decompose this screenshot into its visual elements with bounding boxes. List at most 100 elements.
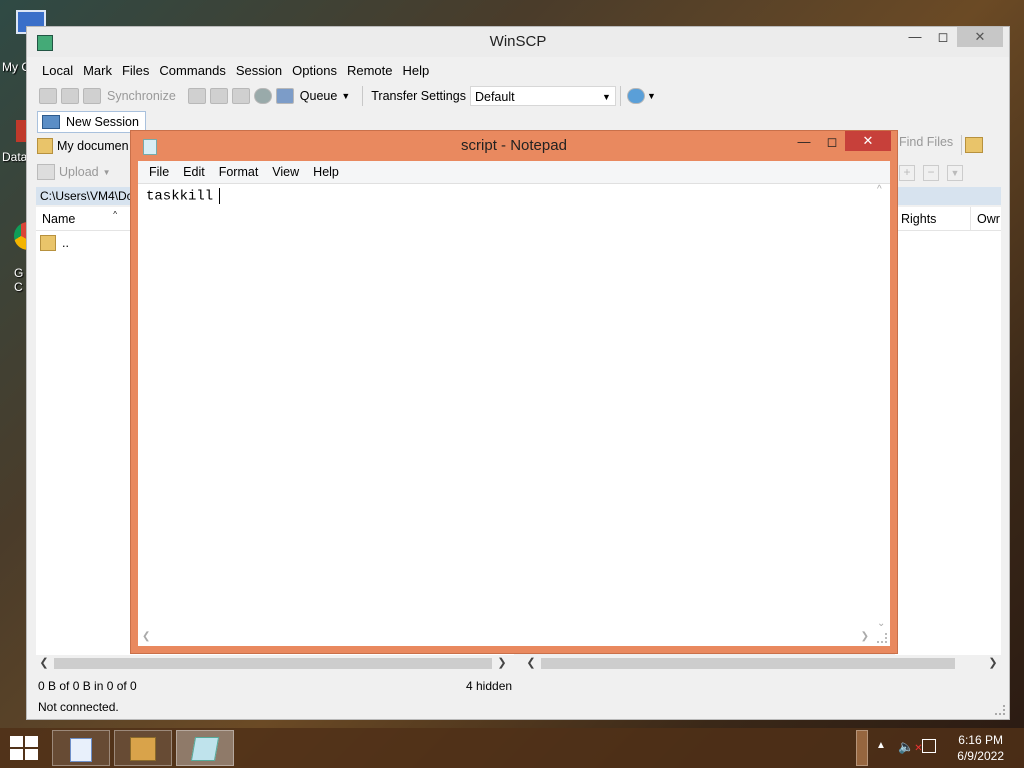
menu-mark[interactable]: Mark <box>78 61 117 81</box>
scroll-right-icon[interactable]: ❯ <box>494 655 510 671</box>
column-owner[interactable]: Owr <box>971 207 1001 231</box>
queue-button[interactable]: Queue <box>300 89 338 103</box>
local-location-bar[interactable]: My documen <box>37 135 137 157</box>
scroll-right-icon[interactable]: ❯ <box>985 655 1001 671</box>
list-item[interactable]: .. <box>40 235 69 251</box>
network-icon[interactable] <box>922 739 936 753</box>
system-clock[interactable]: 6:16 PM 6/9/2022 <box>957 732 1004 764</box>
new-session-icon <box>42 115 60 129</box>
new-item-icon[interactable]: + <box>899 165 915 181</box>
sort-asc-icon: ^ <box>113 210 117 219</box>
horizontal-scrollbar[interactable]: ❮ ❯ <box>138 629 873 646</box>
scroll-up-icon[interactable]: ^ <box>877 184 882 195</box>
remove-item-icon[interactable]: − <box>923 165 939 181</box>
chevron-down-icon: ▼ <box>102 167 111 177</box>
parent-folder-icon <box>40 235 56 251</box>
taskbar: ▲ 🔈✕ 6:16 PM 6/9/2022 <box>0 728 1024 768</box>
compare-dirs-icon[interactable] <box>39 88 57 104</box>
menu-edit[interactable]: Edit <box>176 165 212 179</box>
connection-status: Not connected. <box>38 700 119 714</box>
windows-logo-icon <box>10 736 38 760</box>
package-icon <box>130 737 156 761</box>
taskbar-package[interactable] <box>114 730 172 766</box>
menu-view[interactable]: View <box>265 165 306 179</box>
scroll-left-icon[interactable]: ❮ <box>523 655 539 671</box>
menu-local[interactable]: Local <box>37 61 78 81</box>
scroll-right-icon[interactable]: ❯ <box>861 631 869 642</box>
remote-horizontal-scrollbar[interactable]: ❮ ❯ <box>523 655 1001 671</box>
column-rights[interactable]: Rights <box>895 207 971 231</box>
taskbar-notepad[interactable] <box>176 730 234 766</box>
close-button[interactable]: ✕ <box>845 131 891 151</box>
vertical-scrollbar[interactable]: ^ ⌄ <box>873 184 890 629</box>
wordpad-icon <box>70 738 92 762</box>
clock-time: 6:16 PM <box>958 733 1003 747</box>
synchronize-button[interactable]: Synchronize <box>107 89 176 103</box>
console-icon[interactable] <box>187 88 206 104</box>
resize-grip-icon[interactable] <box>877 633 887 643</box>
hidden-count: 4 hidden <box>466 679 513 693</box>
scroll-left-icon[interactable]: ❮ <box>36 655 52 671</box>
local-path[interactable]: C:\Users\VM4\Dc <box>36 187 132 205</box>
column-name[interactable]: Name ^ <box>36 207 131 231</box>
show-desktop-grip[interactable] <box>856 730 868 766</box>
find-files-label: Find Files <box>899 135 954 149</box>
putty-icon[interactable] <box>209 88 228 104</box>
start-button[interactable] <box>10 736 38 760</box>
scroll-thumb[interactable] <box>541 658 955 669</box>
new-session-label: New Session <box>66 115 139 129</box>
notepad-client-area: File Edit Format View Help taskkill ^ ⌄ … <box>138 161 890 646</box>
filter-icon[interactable]: ▼ <box>947 165 963 181</box>
upload-button[interactable]: Upload ▼ <box>37 161 127 183</box>
find-files-button[interactable]: Find Files <box>899 135 953 149</box>
minimize-button[interactable]: — <box>791 133 817 151</box>
minimize-button[interactable]: — <box>901 27 929 47</box>
menu-session[interactable]: Session <box>231 61 287 81</box>
menu-options[interactable]: Options <box>287 61 342 81</box>
volume-muted-icon[interactable]: 🔈✕ <box>898 739 923 755</box>
menu-commands[interactable]: Commands <box>154 61 230 81</box>
menu-help[interactable]: Help <box>397 61 434 81</box>
menu-remote[interactable]: Remote <box>342 61 398 81</box>
toolbar-separator <box>362 86 364 106</box>
menu-format[interactable]: Format <box>212 165 266 179</box>
taskbar-wordpad[interactable] <box>52 730 110 766</box>
menu-file[interactable]: File <box>142 165 176 179</box>
scroll-down-icon[interactable]: ⌄ <box>877 618 885 629</box>
maximize-button[interactable]: ◻ <box>819 133 845 151</box>
scroll-thumb[interactable] <box>54 658 492 669</box>
folder-icon <box>37 138 53 154</box>
sync-browse-icon[interactable] <box>61 88 79 104</box>
resize-grip-icon[interactable] <box>995 705 1005 715</box>
tree-icon[interactable] <box>965 137 983 153</box>
toolbar-separator <box>961 135 962 155</box>
chevron-down-icon[interactable]: ▼ <box>647 91 656 101</box>
menu-help[interactable]: Help <box>306 165 346 179</box>
remote-path[interactable] <box>895 187 1001 205</box>
transfer-settings-select[interactable]: Default ▼ <box>469 86 616 106</box>
preferences-globe-icon[interactable] <box>626 88 645 104</box>
menu-bar: File Edit Format View Help <box>138 161 890 184</box>
menu-files[interactable]: Files <box>117 61 154 81</box>
notepad-window: script - Notepad — ◻ ✕ File Edit Format … <box>130 130 898 654</box>
gear-icon[interactable] <box>253 88 272 104</box>
menu-bar: Local Mark Files Commands Session Option… <box>37 61 434 81</box>
toolbar-separator <box>619 86 621 106</box>
show-hidden-icons-icon[interactable]: ▲ <box>876 740 886 751</box>
window-title: script - Notepad <box>461 137 567 154</box>
transfer-settings-label: Transfer Settings <box>371 89 466 103</box>
close-button[interactable]: ✕ <box>957 27 1003 47</box>
chevron-down-icon: ▼ <box>602 92 611 102</box>
parent-dir-label: .. <box>62 236 69 250</box>
synchronize-icon[interactable] <box>83 88 101 104</box>
transfer-settings-value: Default <box>474 90 515 104</box>
maximize-button[interactable]: ◻ <box>929 27 957 47</box>
main-toolbar: Synchronize Queue ▼ Transfer Settings De… <box>37 83 999 109</box>
scroll-left-icon[interactable]: ❮ <box>142 631 150 642</box>
chevron-down-icon[interactable]: ▼ <box>341 91 350 101</box>
title-bar: WinSCP — ◻ ✕ <box>27 27 1009 57</box>
refresh-icon[interactable] <box>231 88 250 104</box>
text-editor[interactable]: taskkill <box>138 184 873 629</box>
local-horizontal-scrollbar[interactable]: ❮ ❯ <box>36 655 514 671</box>
queue-icon[interactable] <box>275 88 294 104</box>
